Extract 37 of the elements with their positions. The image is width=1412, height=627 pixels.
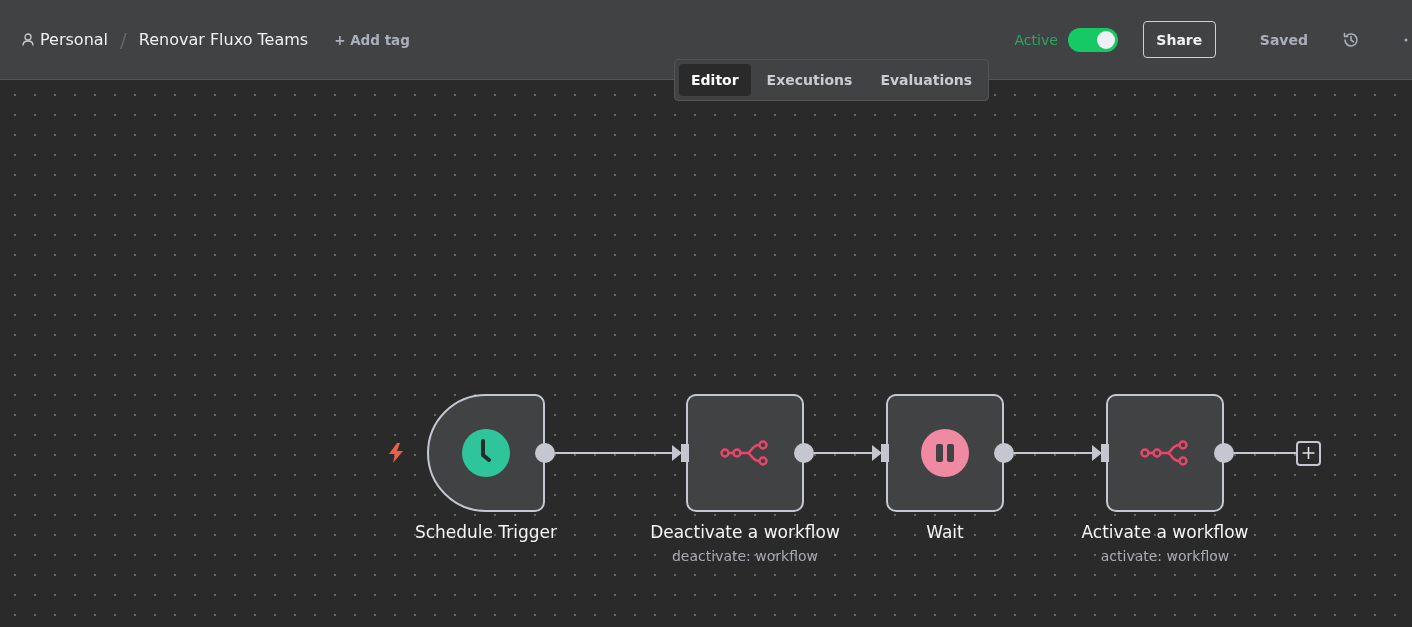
- project-link[interactable]: Personal: [40, 30, 108, 49]
- node-name: Activate a workflow: [1081, 522, 1249, 542]
- lightning-icon: [389, 443, 403, 463]
- user-icon: [22, 33, 34, 46]
- input-handle[interactable]: [1101, 444, 1109, 462]
- history-icon[interactable]: [1342, 30, 1360, 49]
- connector-arrow: [813, 445, 882, 461]
- node-subtitle: deactivate: workflow: [672, 548, 818, 564]
- workflow-title[interactable]: Renovar Fluxo Teams: [138, 30, 309, 49]
- view-tab[interactable]: Editor: [679, 64, 751, 96]
- saved-status: Saved: [1259, 31, 1308, 48]
- clock-icon: [462, 429, 510, 477]
- workflow-icon: [720, 440, 770, 466]
- node-name: Deactivate a workflow: [650, 522, 840, 542]
- output-handle[interactable]: [1214, 443, 1234, 463]
- share-button[interactable]: Share: [1142, 21, 1216, 58]
- workflow-node[interactable]: [427, 394, 545, 512]
- output-handle[interactable]: [794, 443, 814, 463]
- add-node-button[interactable]: [1296, 441, 1321, 466]
- active-toggle[interactable]: [1067, 27, 1118, 52]
- add-tag-button[interactable]: + Add tag: [334, 31, 410, 48]
- input-handle[interactable]: [681, 444, 689, 462]
- workflow-node[interactable]: [886, 394, 1004, 512]
- pause-icon: [921, 429, 969, 477]
- view-tab[interactable]: Evaluations: [868, 64, 985, 96]
- output-handle[interactable]: [994, 443, 1014, 463]
- node-subtitle: activate: workflow: [1100, 548, 1230, 564]
- breadcrumb-separator: /: [120, 27, 127, 52]
- input-handle[interactable]: [881, 444, 889, 462]
- node-name: Schedule Trigger: [414, 522, 558, 542]
- workflow-node[interactable]: [1106, 394, 1224, 512]
- workflow-icon: [1140, 440, 1190, 466]
- output-handle[interactable]: [535, 443, 555, 463]
- workflow-node[interactable]: [686, 394, 804, 512]
- node-name: Wait: [926, 522, 964, 542]
- view-tab[interactable]: Executions: [754, 64, 865, 96]
- active-label: Active: [1014, 31, 1058, 48]
